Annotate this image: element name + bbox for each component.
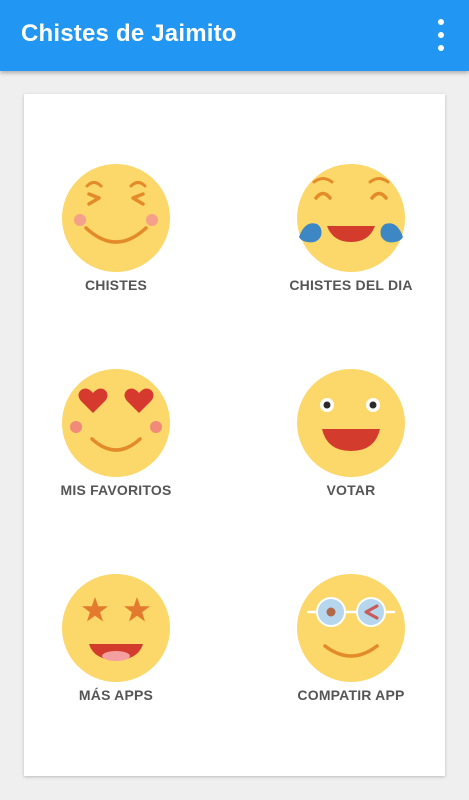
mis-favoritos-label: MIS FAVORITOS [60,482,172,498]
compartir-app-button[interactable]: COMPATIR APP [271,574,431,724]
grinning-emoji-icon [297,369,405,477]
chistes-button[interactable]: CHISTES [36,164,196,314]
star-eyes-emoji-icon [62,574,170,682]
mas-apps-button[interactable]: MÁS APPS [36,574,196,724]
mis-favoritos-button[interactable]: MIS FAVORITOS [36,369,196,519]
tears-of-joy-emoji-icon [297,164,405,272]
mas-apps-label: MÁS APPS [78,687,154,703]
more-vert-icon[interactable] [431,19,451,51]
winking-glasses-emoji-icon [297,574,405,682]
heart-eyes-emoji-icon [62,369,170,477]
app-title: Chistes de Jaimito [21,20,237,47]
compartir-app-label: COMPATIR APP [297,687,405,703]
votar-label: VOTAR [326,482,376,498]
laughing-emoji-icon [62,164,170,272]
chistes-del-dia-label: CHISTES DEL DIA [289,277,413,293]
chistes-del-dia-button[interactable]: CHISTES DEL DIA [271,164,431,314]
chistes-label: CHISTES [84,277,148,293]
menu-card: CHISTES CHISTES DEL DIA MIS FAVORITOS VO… [24,94,445,776]
votar-button[interactable]: VOTAR [271,369,431,519]
app-bar: Chistes de Jaimito [0,0,469,71]
